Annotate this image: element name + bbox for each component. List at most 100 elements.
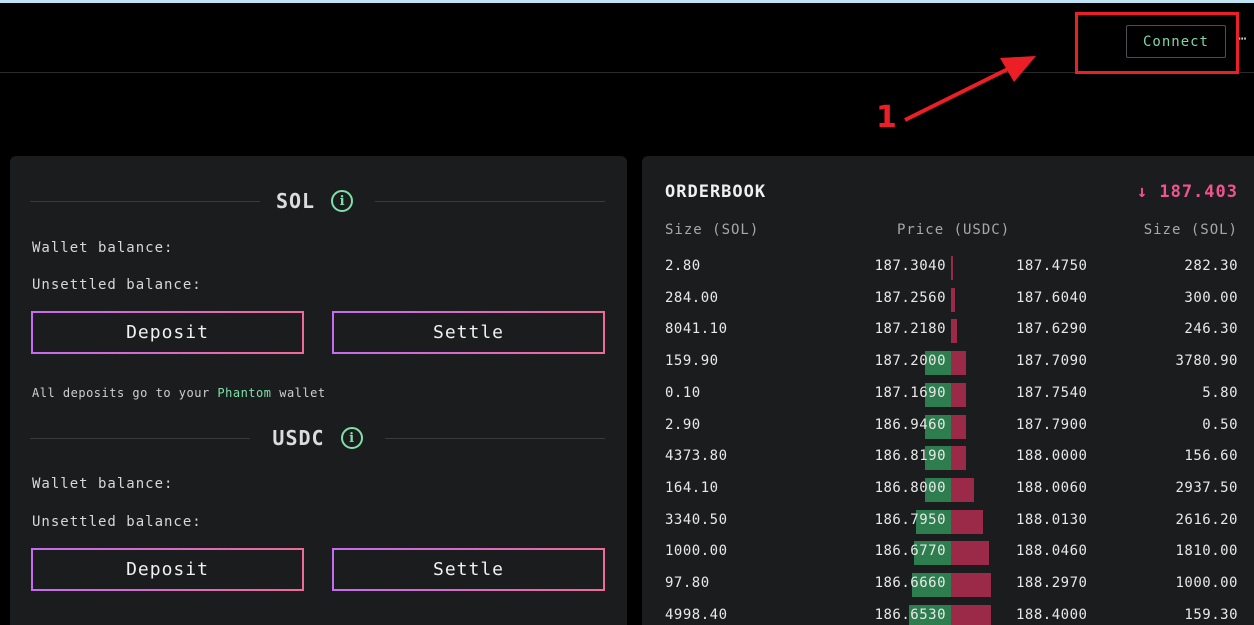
- orderbook-row[interactable]: 3340.50 186.7950 188.0130 2616.20: [642, 507, 1254, 537]
- ask-depth-bar: [951, 287, 955, 312]
- bid-price: 187.3040: [874, 258, 946, 274]
- ask-price: 188.4000: [1016, 606, 1088, 623]
- divider: [30, 437, 251, 439]
- bid-price: 186.6770: [874, 543, 946, 560]
- ask-size: 159.30: [1184, 606, 1238, 623]
- ask-size: 3780.90: [1175, 353, 1238, 370]
- sol-deposit-button[interactable]: Deposit: [31, 311, 304, 354]
- last-price: ↓ 187.403: [1137, 182, 1238, 202]
- bid-size: 3340.50: [665, 511, 728, 528]
- bid-size: 2.90: [665, 416, 701, 433]
- ask-depth-bar: [951, 573, 991, 597]
- sol-header: SOL i: [30, 188, 605, 214]
- ask-depth-bar: [951, 414, 967, 439]
- ask-depth-bar: [951, 351, 967, 376]
- ask-size: 1810.00: [1175, 543, 1238, 560]
- bid-size: 159.90: [665, 353, 719, 370]
- orderbook-panel: ORDERBOOK ↓ 187.403 Size (SOL) Price (US…: [642, 156, 1254, 625]
- usdc-unsettled-balance-label: Unsettled balance:: [32, 514, 202, 530]
- orderbook-row[interactable]: 0.10 187.1690 187.7540 5.80: [642, 380, 1254, 410]
- usdc-header: USDC i: [30, 425, 606, 451]
- ask-depth-bar: [951, 446, 967, 471]
- bid-price: 186.6660: [874, 575, 946, 591]
- bid-price: 186.8000: [874, 479, 946, 496]
- orderbook-row[interactable]: 8041.10 187.2180 187.6290 246.30: [642, 316, 1254, 346]
- ask-depth-bar: [951, 382, 967, 407]
- annotation-number: 1: [876, 100, 897, 135]
- ask-depth-bar: [951, 604, 991, 625]
- ask-size: 5.80: [1202, 384, 1238, 401]
- orderbook-row[interactable]: 4373.80 186.8190 188.0000 156.60: [642, 443, 1254, 473]
- sol-token-label: SOL: [275, 189, 316, 213]
- ask-price: 187.7540: [1016, 384, 1088, 401]
- bid-size: 164.10: [665, 479, 719, 496]
- bid-price: 187.2000: [874, 353, 946, 370]
- orderbook-row[interactable]: 164.10 186.8000 188.0060 2937.50: [642, 475, 1254, 505]
- ask-size: 2616.20: [1175, 511, 1238, 528]
- ask-depth-bar: [951, 509, 983, 534]
- usdc-settle-button[interactable]: Settle: [332, 548, 605, 591]
- bid-price: 186.6530: [874, 606, 946, 623]
- ask-size-header: Size (SOL): [1143, 222, 1238, 238]
- orderbook-row[interactable]: 4998.40 186.6530 188.4000 159.30: [642, 602, 1254, 625]
- bid-price: 186.9460: [874, 416, 946, 433]
- ask-depth-bar: [951, 256, 953, 280]
- ask-size: 156.60: [1184, 448, 1238, 465]
- ask-size: 246.30: [1184, 321, 1238, 338]
- info-icon[interactable]: i: [331, 190, 354, 212]
- ask-price: 188.2970: [1016, 575, 1088, 591]
- price-header: Price (USDC): [897, 222, 1011, 238]
- info-icon[interactable]: i: [340, 427, 363, 449]
- usdc-deposit-button[interactable]: Deposit: [31, 548, 304, 591]
- ask-price: 187.6290: [1016, 321, 1088, 338]
- balances-panel: SOL i Wallet balance: Unsettled balance:…: [10, 156, 627, 625]
- divider: [30, 200, 260, 202]
- usdc-token-label: USDC: [272, 426, 325, 450]
- last-price-value: 187.403: [1159, 182, 1238, 202]
- deposit-note: All deposits go to your Phantom wallet: [32, 386, 326, 400]
- sol-settle-button[interactable]: Settle: [332, 311, 605, 354]
- annotation-arrow-icon: [904, 56, 1036, 122]
- bid-size: 0.10: [665, 384, 701, 401]
- ask-size: 300.00: [1184, 289, 1238, 306]
- ask-depth-bar: [951, 319, 957, 344]
- sol-unsettled-balance-label: Unsettled balance:: [32, 277, 202, 293]
- ask-price: 187.6040: [1016, 289, 1088, 306]
- usdc-wallet-balance-label: Wallet balance:: [32, 476, 174, 492]
- note-prefix: All deposits go to your: [32, 386, 210, 400]
- bid-size: 97.80: [665, 575, 710, 591]
- ask-size: 282.30: [1184, 258, 1238, 274]
- ask-price: 188.0130: [1016, 511, 1088, 528]
- ask-depth-bar: [951, 477, 975, 502]
- arrow-down-icon: ↓: [1136, 182, 1149, 202]
- bid-size: 8041.10: [665, 321, 728, 338]
- orderbook-row[interactable]: 97.80 186.6660 188.2970 1000.00: [642, 570, 1254, 600]
- bid-price: 187.2180: [874, 321, 946, 338]
- sol-wallet-balance-label: Wallet balance:: [32, 240, 174, 256]
- bid-size: 4998.40: [665, 606, 728, 623]
- ask-size: 2937.50: [1175, 479, 1238, 496]
- ask-price: 188.0460: [1016, 543, 1088, 560]
- note-wallet-name: Phantom: [217, 386, 272, 400]
- bid-price: 187.1690: [874, 384, 946, 401]
- bid-price: 186.8190: [874, 448, 946, 465]
- ask-size: 0.50: [1202, 416, 1238, 433]
- orderbook-row[interactable]: 2.80 187.3040 187.4750 282.30: [642, 253, 1254, 283]
- ask-size: 1000.00: [1175, 575, 1238, 591]
- divider: [375, 200, 605, 202]
- bid-size: 284.00: [665, 289, 719, 306]
- bid-size: 2.80: [665, 258, 701, 274]
- bid-price: 187.2560: [874, 289, 946, 306]
- orderbook-row[interactable]: 2.90 186.9460 187.7900 0.50: [642, 412, 1254, 442]
- orderbook-row[interactable]: 1000.00 186.6770 188.0460 1810.00: [642, 538, 1254, 568]
- orderbook-title: ORDERBOOK: [665, 182, 767, 202]
- orderbook-row[interactable]: 159.90 187.2000 187.7090 3780.90: [642, 348, 1254, 378]
- bid-size-header: Size (SOL): [665, 222, 760, 238]
- ask-depth-bar: [951, 541, 989, 566]
- note-suffix: wallet: [279, 386, 326, 400]
- orderbook-row[interactable]: 284.00 187.2560 187.6040 300.00: [642, 285, 1254, 315]
- bid-price: 186.7950: [874, 511, 946, 528]
- ask-price: 187.7090: [1016, 353, 1088, 370]
- bid-size: 1000.00: [665, 543, 728, 560]
- bid-size: 4373.80: [665, 448, 728, 465]
